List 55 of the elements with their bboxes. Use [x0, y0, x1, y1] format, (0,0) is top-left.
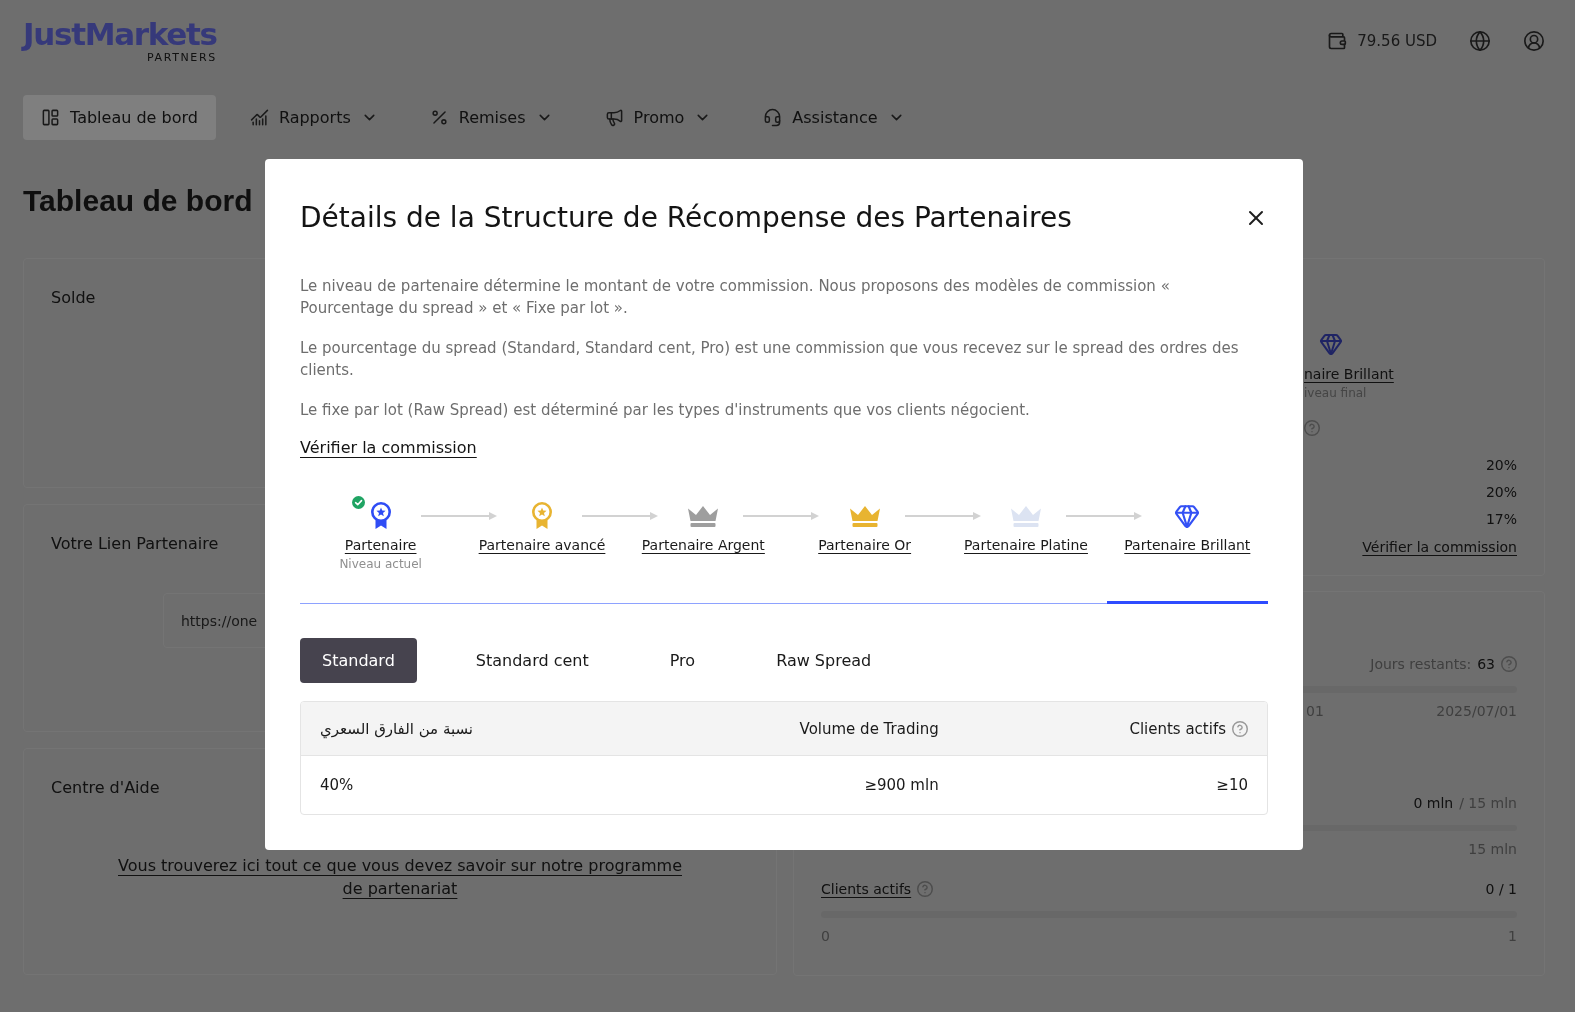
table-cell: 40% — [320, 776, 354, 794]
rate-value: 20% — [1485, 483, 1517, 502]
level-tab[interactable]: Partenaire Brillant — [1106, 492, 1268, 604]
nav-tab[interactable]: Assistance — [745, 95, 923, 140]
rate-value: 17% — [1485, 510, 1517, 529]
level-tab[interactable]: Partenaire Niveau actuel — [300, 492, 462, 604]
wallet-icon — [1327, 31, 1348, 51]
card-title: Votre Lien Partenaire — [51, 533, 219, 555]
table-cell: ≥10 — [1216, 776, 1248, 794]
current-level-note: Niveau actuel — [339, 556, 422, 573]
modal-title: Détails de la Structure de Récompense des Partenaires — [300, 200, 1072, 236]
card-title: Solde — [51, 287, 96, 309]
help-icon — [1304, 420, 1320, 436]
nav-tab[interactable]: Remises — [411, 95, 571, 140]
description-text: Le pourcentage du spread (Standard, Standard cent, Pro) est une commission que vous recevez sur le spread des ordres des clients. — [300, 338, 1240, 381]
help-icon — [917, 881, 934, 898]
headset-icon — [763, 108, 783, 127]
percent-icon — [429, 108, 449, 127]
level-name-link[interactable]: naire Brillant — [1304, 364, 1394, 384]
nav-tab[interactable]: Tableau de bord — [23, 95, 216, 140]
account-type-tab[interactable]: Pro — [647, 638, 718, 683]
nav-tab[interactable]: Promo — [586, 95, 730, 140]
clients-value: 0 / 1 — [1485, 880, 1517, 900]
description-text: Le fixe par lot (Raw Spread) est déterminé par les types d'instruments que vos clients négocient. — [300, 400, 1031, 421]
help-link[interactable]: Vous trouverez ici tout ce que vous devez savoir sur notre programme de partenariat — [112, 854, 688, 900]
nav-tab[interactable]: Rapports — [231, 95, 396, 140]
page-title: Tableau de bord — [23, 183, 253, 219]
rate-value: 20% — [1485, 456, 1517, 475]
balance-amount: 79.56 USD — [1357, 32, 1437, 50]
account-type-tab[interactable]: Standard cent — [453, 638, 611, 683]
user-icon[interactable] — [1523, 30, 1545, 52]
brand-tagline: PARTNERS — [147, 51, 217, 65]
account-type-tab[interactable]: Standard — [300, 638, 417, 683]
level-tab[interactable]: Partenaire Or — [784, 492, 946, 604]
column-header: Volume de Trading — [799, 719, 939, 738]
days-value: 63 — [1477, 655, 1495, 674]
help-icon — [1501, 656, 1517, 672]
column-header: Clients actifs — [1129, 719, 1226, 738]
description-text: Le niveau de partenaire détermine le montant de votre commission. Nous proposons des modèles de commission « Pourcentage du spread » et « Fixe par lot ». — [300, 276, 1171, 319]
account-type-tab[interactable]: Raw Spread — [754, 638, 894, 683]
clients-link[interactable]: Clients actifs — [821, 878, 912, 901]
diamond-icon — [1319, 332, 1343, 356]
dashboard-icon — [41, 108, 60, 127]
globe-icon[interactable] — [1469, 30, 1491, 52]
volume-value: 0 mln — [1413, 793, 1454, 813]
column-header: نسبة من الفارق السعري — [320, 719, 474, 738]
megaphone-icon — [604, 108, 624, 127]
level-tab[interactable]: Partenaire Argent — [622, 492, 784, 604]
commission-link[interactable]: Vérifier la commission — [1362, 533, 1517, 561]
chart-icon — [249, 108, 269, 127]
commission-link[interactable]: Vérifier la commission — [300, 437, 477, 459]
card-title: Centre d'Aide — [51, 777, 160, 799]
level-tab[interactable]: Partenaire Platine — [945, 492, 1107, 604]
level-tab[interactable]: Partenaire avancé — [461, 492, 623, 604]
table-cell: ≥900 mln — [864, 776, 939, 794]
